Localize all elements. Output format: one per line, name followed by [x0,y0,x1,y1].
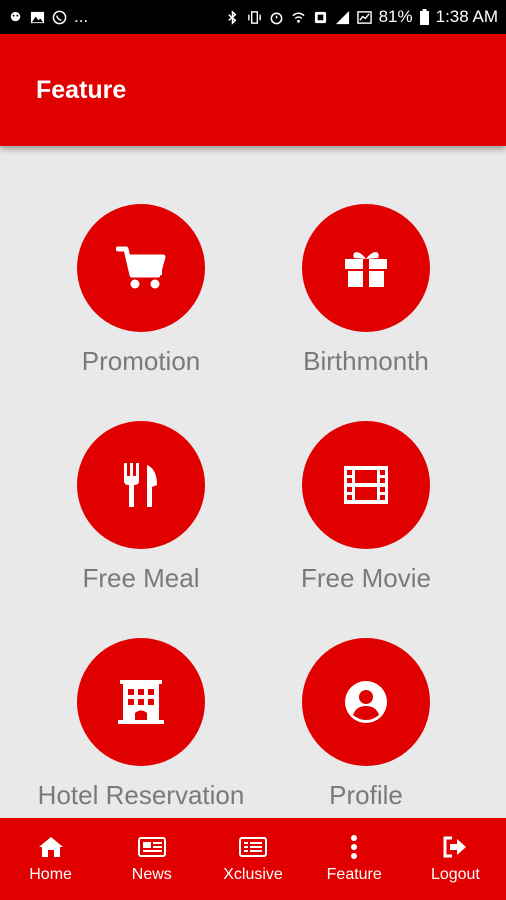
feature-profile-label: Profile [329,780,403,810]
nav-news[interactable]: News [101,818,202,900]
feature-promotion[interactable]: Promotion [16,204,266,377]
feature-profile-circle[interactable] [302,638,430,766]
film-icon [344,466,388,504]
feature-profile[interactable]: Profile [241,638,491,811]
nav-home-label: Home [29,866,72,883]
list-icon [239,837,267,857]
nav-logout-label: Logout [430,866,480,883]
home-icon [38,837,63,857]
feature-promotion-label: Promotion [81,346,201,376]
newspaper-icon [137,837,166,857]
nfc-icon [314,11,326,23]
user-circle-icon [345,681,387,723]
feature-free-movie-circle[interactable] [302,421,430,549]
cutlery-icon [124,463,157,507]
signal-icon [335,10,349,24]
nav-feature[interactable]: Feature [304,818,405,900]
battery-frame-icon [356,10,372,24]
feature-free-meal-label: Free Meal [82,563,200,593]
nav-logout[interactable]: Logout [405,818,506,900]
clock: 1:38 AM [435,7,498,26]
vertical-dots-icon [351,835,358,859]
status-bar: ... 81% 1:38 AM [0,0,506,34]
nav-xclusive[interactable]: Xclusive [202,818,303,900]
image-icon [30,11,45,23]
feature-birthmonth-circle[interactable] [302,204,430,332]
gift-icon [345,252,387,287]
feature-free-meal-circle[interactable] [77,421,205,549]
feature-hotel-reservation-circle[interactable] [77,638,205,766]
bottom-nav: Home News Xclusive Feature Logout [0,818,506,900]
nav-news-label: News [131,866,172,883]
battery-percent: 81% [378,7,413,26]
cart-icon [116,246,166,289]
feature-hotel-reservation-label: Hotel Reservation [37,780,245,810]
bluetooth-icon [227,9,237,25]
feature-free-movie[interactable]: Free Movie [241,421,491,594]
feature-free-movie-label: Free Movie [300,563,432,593]
vibrate-icon [247,10,261,24]
feature-birthmonth[interactable]: Birthmonth [241,204,491,377]
page-title: Feature [36,75,127,104]
nav-home[interactable]: Home [0,818,101,900]
feature-hotel-reservation[interactable]: Hotel Reservation [16,638,266,811]
status-more: ... [74,7,89,26]
feature-promotion-circle[interactable] [77,204,205,332]
alarm-icon [270,12,282,24]
whatsapp-icon [52,10,67,24]
wifi-icon [291,12,305,23]
hotel-icon [118,680,164,724]
feature-free-meal[interactable]: Free Meal [16,421,266,594]
chat-head-icon [10,11,21,21]
nav-xclusive-label: Xclusive [223,866,283,883]
status-right: 81% 1:38 AM [225,7,498,27]
status-left: ... [8,7,88,27]
battery-icon [419,9,429,25]
logout-icon [443,836,467,858]
feature-birthmonth-label: Birthmonth [303,346,429,376]
nav-feature-label: Feature [326,866,382,883]
app-bar: Feature [0,34,506,146]
